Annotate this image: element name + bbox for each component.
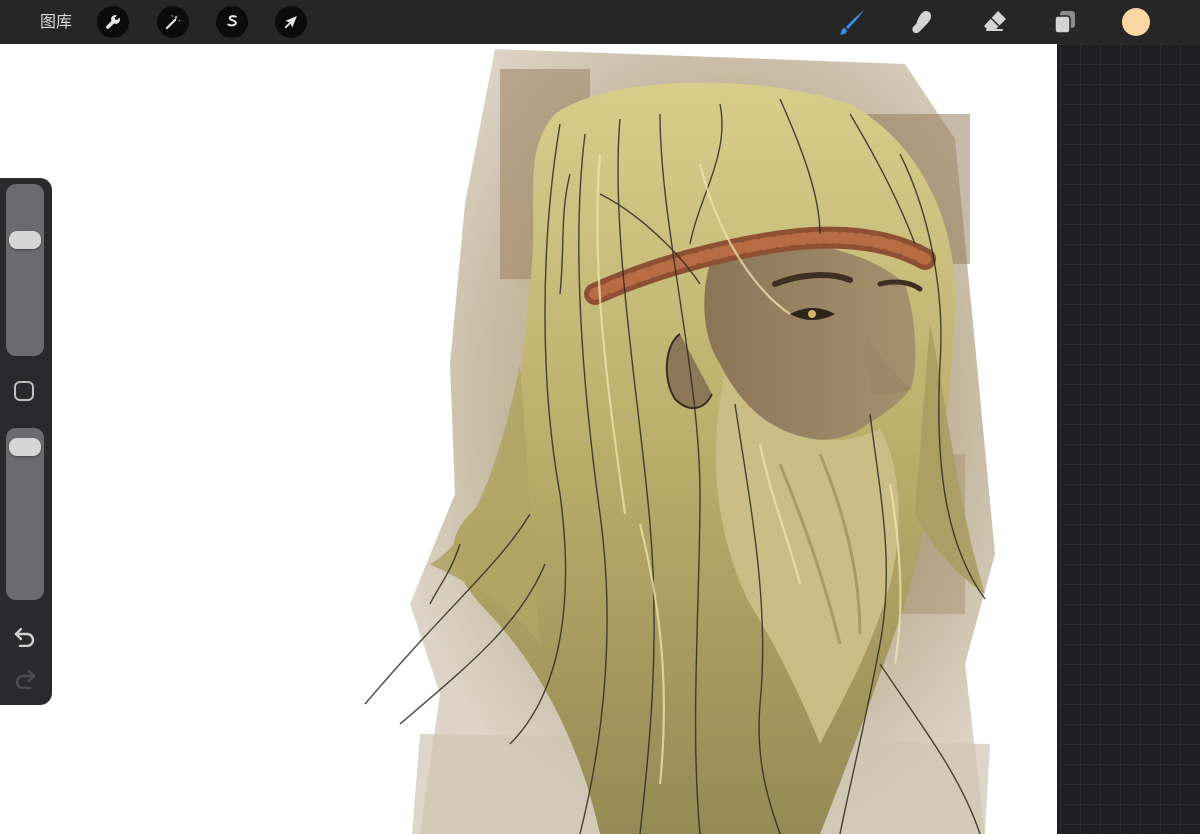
top-toolbar: 图库	[0, 0, 1200, 44]
adjustments-button[interactable]	[157, 6, 189, 38]
wrench-icon	[106, 14, 120, 29]
arrow-cursor-icon	[284, 16, 297, 29]
layers-icon	[1054, 11, 1075, 34]
drawing-canvas[interactable]	[0, 44, 1057, 834]
opacity-slider[interactable]	[6, 428, 44, 600]
smudge-finger-icon	[912, 11, 931, 34]
magic-wand-icon	[165, 14, 181, 30]
modify-button[interactable]	[14, 381, 34, 401]
brush-size-slider-thumb[interactable]	[9, 231, 41, 250]
eraser-tool-button[interactable]	[979, 6, 1011, 38]
brush-tool-button[interactable]	[836, 6, 868, 38]
selection-button[interactable]	[216, 6, 248, 38]
opacity-slider-thumb[interactable]	[9, 438, 41, 457]
left-sidebar	[0, 178, 52, 705]
artwork-illustration	[364, 49, 995, 834]
redo-arrow-icon	[15, 669, 36, 689]
transform-button[interactable]	[275, 6, 307, 38]
color-picker-button[interactable]	[1122, 8, 1150, 36]
undo-button[interactable]	[12, 624, 38, 648]
undo-arrow-icon	[14, 627, 35, 647]
actions-button[interactable]	[97, 6, 129, 38]
brush-size-slider[interactable]	[6, 184, 44, 356]
gallery-button[interactable]: 图库	[40, 11, 72, 33]
layers-button[interactable]	[1049, 6, 1081, 38]
eraser-icon	[984, 11, 1006, 31]
redo-button[interactable]	[12, 666, 38, 690]
smudge-tool-button[interactable]	[906, 6, 938, 38]
selection-s-icon	[227, 15, 237, 27]
brush-icon	[839, 10, 864, 35]
